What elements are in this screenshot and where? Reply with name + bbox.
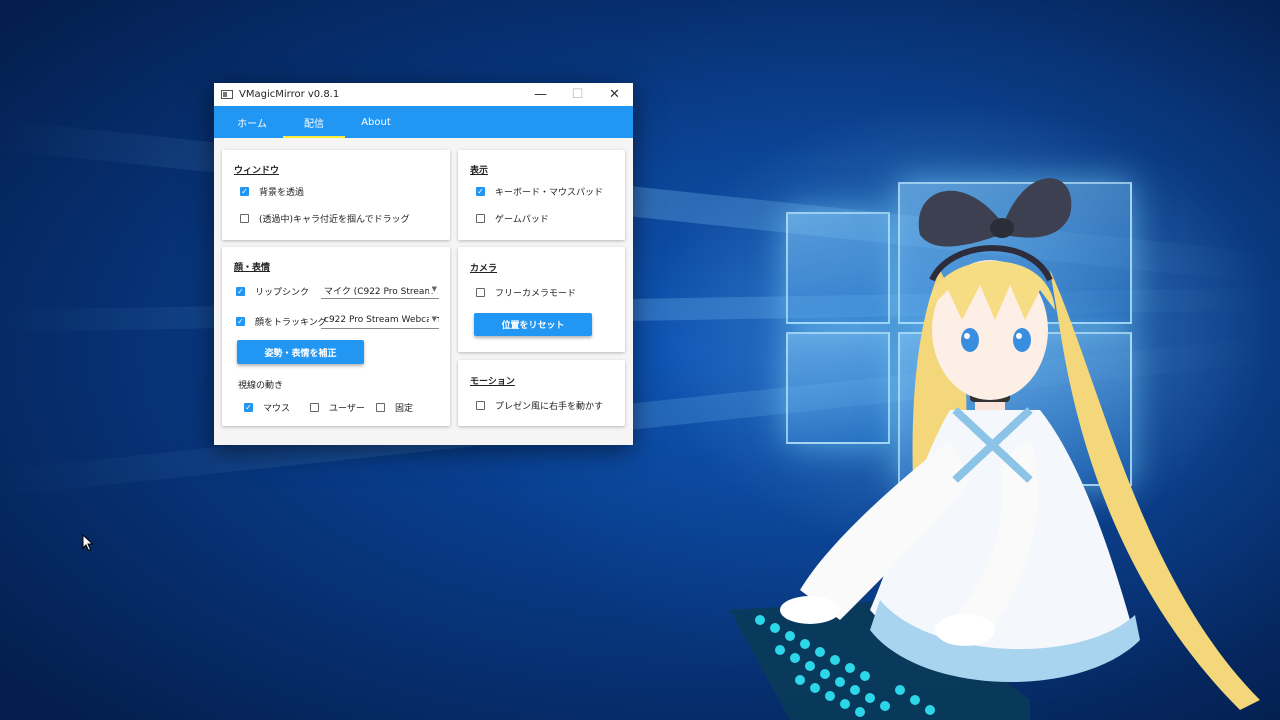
check-icon: ✓ [236,286,245,296]
drag-near-character-checkbox[interactable]: (透過中)キャラ付近を掴んでドラッグ [240,212,410,225]
tab-home[interactable]: ホーム [221,106,283,138]
face-section-title: 顔・表情 [234,263,271,273]
motion-settings-card: モーション プレゼン風に右手を動かす [458,360,625,426]
gaze-user-radio[interactable]: ユーザー [310,401,365,414]
minimize-button[interactable]: — [522,83,559,106]
gaze-mouse-radio[interactable]: ✓ マウス [244,401,290,414]
camera-settings-card: カメラ フリーカメラモード 位置をリセット [458,247,625,352]
checkbox-empty-icon [240,214,249,223]
webcam-select[interactable]: c922 Pro Stream Webcam ▼ [321,312,439,329]
close-button[interactable]: ✕ [596,83,633,106]
checkbox-empty-icon [476,214,485,223]
maximize-button[interactable]: ☐ [559,83,596,106]
checkbox-empty-icon [476,288,485,297]
motion-section-title: モーション [470,377,515,387]
window-title: VMagicMirror v0.8.1 [239,89,340,100]
gamepad-checkbox[interactable]: ゲームパッド [476,212,549,225]
vmagicmirror-window: VMagicMirror v0.8.1 — ☐ ✕ ホーム 配信 About ウ… [214,83,633,445]
tab-about[interactable]: About [345,106,407,138]
mouse-cursor-icon [82,534,94,552]
face-tracking-checkbox[interactable]: ✓ 顔をトラッキング [236,315,327,328]
gaze-label: 視線の動き [238,381,284,391]
camera-section-title: カメラ [470,264,498,274]
checkbox-empty-icon [476,401,485,410]
tab-bar: ホーム 配信 About [214,106,633,138]
check-icon: ✓ [240,186,249,196]
app-icon [221,90,233,99]
checkbox-empty-icon [376,403,385,412]
check-icon: ✓ [244,402,253,412]
presentation-mode-checkbox[interactable]: プレゼン風に右手を動かす [476,399,603,412]
transparent-bg-checkbox[interactable]: ✓ 背景を透過 [240,185,304,198]
keyboard-mousepad-checkbox[interactable]: ✓ キーボード・マウスパッド [476,185,603,198]
display-section-title: 表示 [470,166,489,176]
dropdown-arrow-icon: ▼ [428,285,437,293]
lipsync-checkbox[interactable]: ✓ リップシンク [236,285,309,298]
dropdown-arrow-icon: ▼ [428,315,437,323]
title-bar[interactable]: VMagicMirror v0.8.1 — ☐ ✕ [214,83,633,106]
microphone-select[interactable]: マイク (C922 Pro Stream ▼ [321,282,439,299]
gaze-fixed-radio[interactable]: 固定 [376,401,413,414]
free-camera-checkbox[interactable]: フリーカメラモード [476,286,576,299]
calibrate-button[interactable]: 姿勢・表情を補正 [237,340,364,364]
face-settings-card: 顔・表情 ✓ リップシンク マイク (C922 Pro Stream ▼ ✓ 顔… [222,247,450,426]
window-settings-card: ウィンドウ ✓ 背景を透過 (透過中)キャラ付近を掴んでドラッグ [222,150,450,240]
tab-streaming[interactable]: 配信 [283,106,345,138]
check-icon: ✓ [236,316,245,326]
avatar-character [730,178,1260,720]
window-section-title: ウィンドウ [234,166,280,176]
checkbox-empty-icon [310,403,319,412]
check-icon: ✓ [476,186,485,196]
display-settings-card: 表示 ✓ キーボード・マウスパッド ゲームパッド [458,150,625,240]
reset-position-button[interactable]: 位置をリセット [474,313,592,336]
